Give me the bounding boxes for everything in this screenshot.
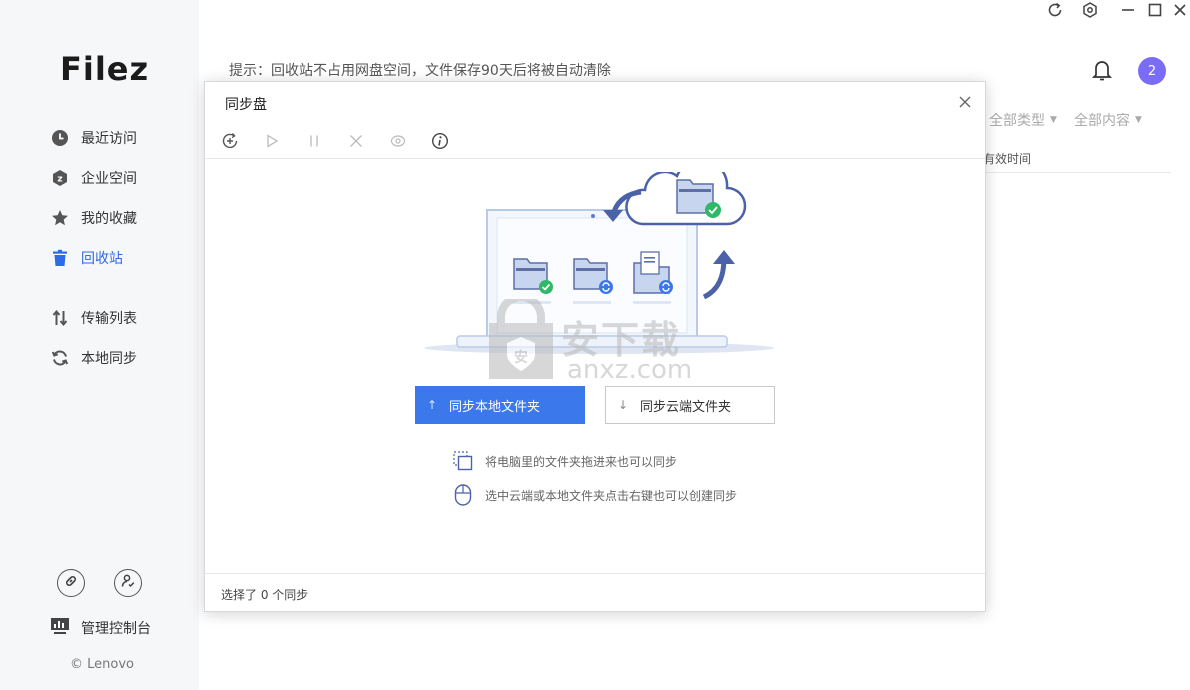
tip-drag-text: 将电脑里的文件夹拖进来也可以同步 (485, 454, 678, 469)
sidebar-item-label: 回收站 (81, 251, 123, 267)
recycle-bin-hint: 提示：回收站不占用网盘空间，文件保存90天后将被自动清除 (229, 63, 611, 79)
sync-icon (50, 348, 70, 368)
app-logo: Filez (60, 50, 150, 88)
sync-cloud-folder-label: 同步云端文件夹 (640, 399, 732, 415)
admin-console-button[interactable]: 管理控制台 (50, 616, 151, 640)
column-header-valid-time[interactable]: 有效时间 (983, 150, 1031, 167)
star-icon (50, 208, 70, 228)
trash-icon (50, 248, 70, 268)
dialog-toolbar (219, 130, 471, 152)
drag-folder-icon (453, 450, 473, 472)
settings-button[interactable] (1080, 2, 1100, 22)
link-icon (64, 574, 78, 592)
pause-icon[interactable] (303, 130, 325, 152)
sidebar-item-label: 我的收藏 (81, 211, 137, 227)
admin-console-label: 管理控制台 (81, 621, 151, 637)
filter-type-dropdown[interactable]: 全部类型 ▼ (989, 110, 1057, 130)
view-icon[interactable] (387, 130, 409, 152)
caret-down-icon: ▼ (1135, 115, 1142, 125)
close-window-button[interactable] (1170, 2, 1190, 22)
dialog-divider (205, 158, 985, 159)
sync-illustration (419, 158, 779, 362)
sidebar-item-label: 最近访问 (81, 131, 137, 147)
arrow-down-icon: ↓ (617, 398, 629, 412)
minimize-icon (1121, 3, 1135, 21)
dialog-close-button[interactable] (957, 94, 973, 110)
monitor-icon (50, 616, 70, 640)
tip-right-click: 选中云端或本地文件夹点击右键也可以创建同步 (453, 484, 737, 506)
tip-right-click-text: 选中云端或本地文件夹点击右键也可以创建同步 (485, 488, 738, 503)
filter-type-label: 全部类型 (989, 113, 1045, 129)
mouse-icon (453, 484, 473, 506)
sidebar-item-enterprise[interactable]: z 企业空间 (50, 166, 137, 190)
table-header-divider (983, 172, 1171, 173)
filter-content-label: 全部内容 (1074, 113, 1130, 129)
close-icon (957, 96, 973, 114)
sync-local-folder-label: 同步本地文件夹 (449, 399, 541, 415)
link-button[interactable] (57, 569, 85, 597)
avatar[interactable]: 2 (1138, 57, 1166, 85)
play-icon[interactable] (261, 130, 283, 152)
sidebar-item-label: 企业空间 (81, 171, 137, 187)
sidebar-item-local-sync[interactable]: 本地同步 (50, 346, 137, 370)
enterprise-icon: z (50, 168, 70, 188)
filter-content-dropdown[interactable]: 全部内容 ▼ (1074, 110, 1142, 130)
dialog-footer-divider (205, 573, 985, 574)
refresh-icon (1047, 2, 1063, 22)
maximize-icon (1148, 3, 1162, 21)
caret-down-icon: ▼ (1050, 115, 1057, 125)
arrow-up-icon: ↑ (426, 398, 438, 412)
close-icon (1173, 3, 1187, 21)
bell-icon (1091, 61, 1113, 86)
copyright: © Lenovo (70, 657, 134, 672)
refresh-button[interactable] (1045, 2, 1065, 22)
delete-icon[interactable] (345, 130, 367, 152)
sidebar-item-label: 本地同步 (81, 351, 137, 367)
sync-disk-dialog: 同步盘 ↑ 同步本地文件夹 ↓ 同步云端文件夹 将电脑里的文件夹拖进来也可以同步… (204, 81, 986, 612)
sidebar-item-transfers[interactable]: 传输列表 (50, 306, 137, 330)
user-check-icon (121, 574, 135, 592)
sidebar-item-recycle-bin[interactable]: 回收站 (50, 246, 123, 270)
sidebar-item-label: 传输列表 (81, 311, 137, 327)
transfer-icon (50, 308, 70, 328)
dialog-title: 同步盘 (225, 97, 267, 113)
tip-drag-folder: 将电脑里的文件夹拖进来也可以同步 (453, 450, 677, 472)
svg-text:z: z (57, 175, 62, 185)
clock-icon (50, 128, 70, 148)
sidebar-item-favorites[interactable]: 我的收藏 (50, 206, 137, 230)
selection-status: 选择了 0 个同步 (221, 588, 309, 602)
sidebar-item-recent[interactable]: 最近访问 (50, 126, 137, 150)
sync-cloud-folder-button[interactable]: ↓ 同步云端文件夹 (605, 386, 775, 424)
settings-icon (1082, 2, 1098, 22)
minimize-button[interactable] (1118, 2, 1138, 22)
add-sync-icon[interactable] (219, 130, 241, 152)
user-check-button[interactable] (114, 569, 142, 597)
sidebar: Filez 最近访问 z 企业空间 我的收藏 回收站 传输列表 本地同步 管理控… (0, 0, 199, 690)
notification-button[interactable] (1091, 58, 1113, 86)
maximize-button[interactable] (1145, 2, 1165, 22)
sync-local-folder-button[interactable]: ↑ 同步本地文件夹 (415, 386, 585, 424)
info-icon[interactable] (429, 130, 451, 152)
